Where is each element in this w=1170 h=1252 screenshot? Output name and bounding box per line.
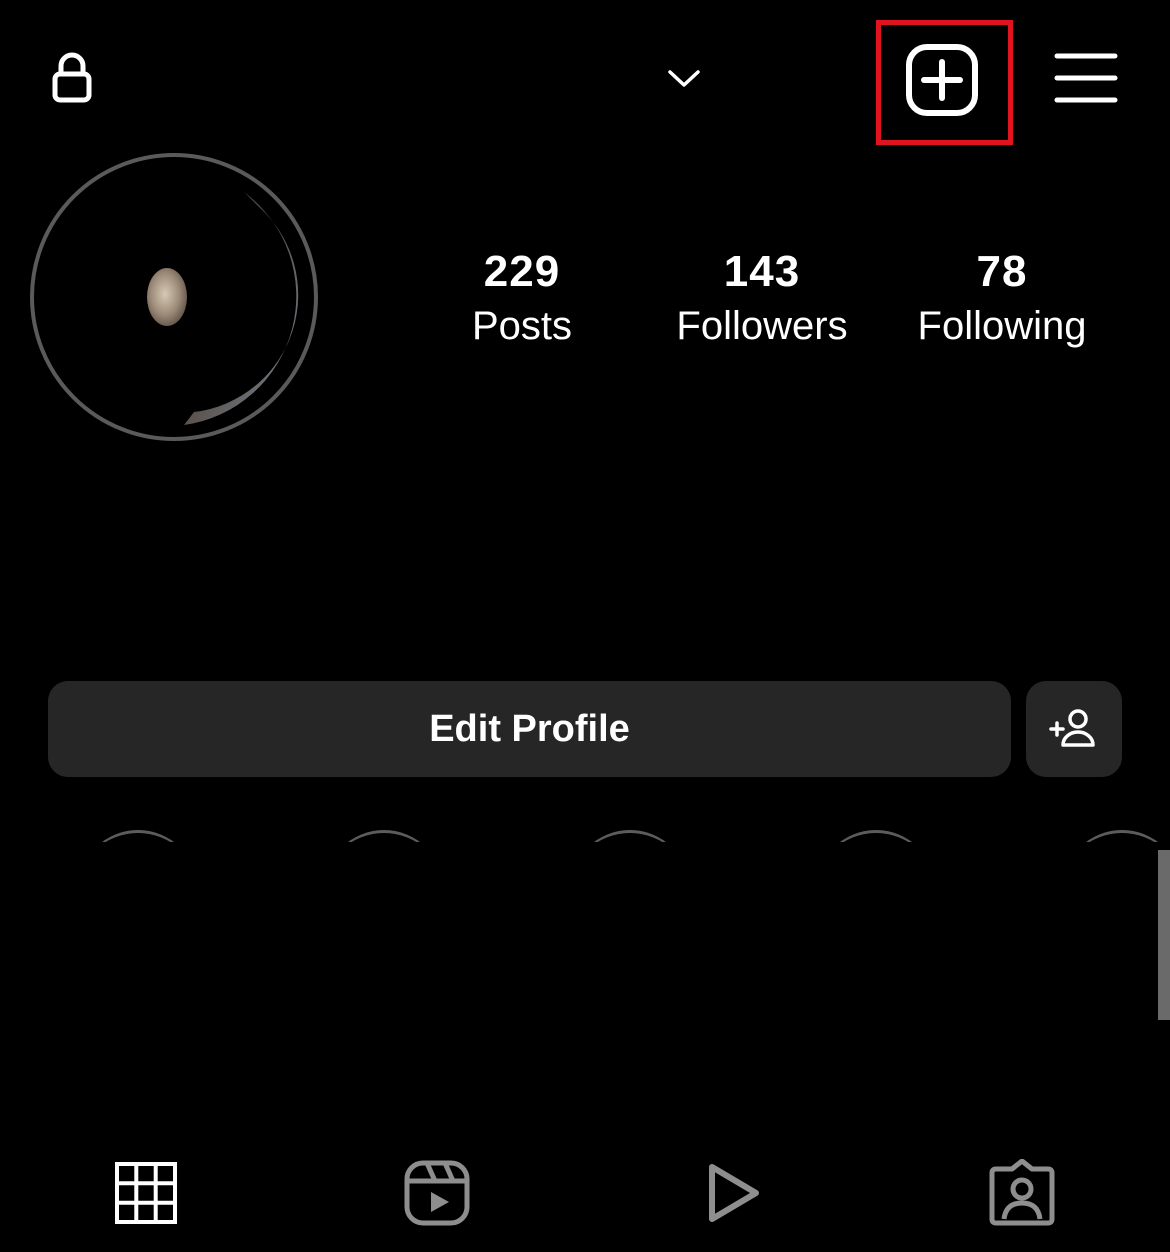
highlight-cover-edge <box>1158 850 1170 1020</box>
story-highlight[interactable] <box>284 830 484 1080</box>
reels-icon <box>404 1160 470 1226</box>
following-count: 78 <box>976 247 1028 296</box>
hamburger-menu-icon[interactable] <box>1054 50 1118 106</box>
stat-followers[interactable]: 143 Followers <box>652 245 872 353</box>
story-highlight[interactable] <box>776 830 976 1080</box>
highlight-label <box>38 1062 238 1082</box>
following-label: Following <box>917 304 1087 348</box>
stat-following[interactable]: 78 Following <box>892 245 1112 353</box>
add-person-icon <box>1049 709 1095 747</box>
highlight-label <box>776 1062 976 1082</box>
lock-icon <box>50 52 94 104</box>
followers-label: Followers <box>676 304 848 348</box>
grid-icon <box>115 1162 177 1224</box>
tagged-icon <box>989 1159 1055 1226</box>
posts-label: Posts <box>471 304 573 348</box>
tab-tagged[interactable] <box>982 1158 1062 1228</box>
discover-people-button[interactable] <box>1026 681 1122 777</box>
avatar[interactable] <box>44 167 304 427</box>
tab-reels[interactable] <box>397 1158 477 1228</box>
story-highlight[interactable] <box>970 830 1170 1080</box>
story-highlight[interactable] <box>530 830 730 1080</box>
posts-count: 229 <box>483 247 561 296</box>
stat-posts[interactable]: 229 Posts <box>412 245 632 353</box>
followers-count: 143 <box>723 247 801 296</box>
username[interactable] <box>110 56 650 116</box>
edit-profile-button[interactable]: Edit Profile <box>48 681 1011 777</box>
highlight-label <box>970 1062 1170 1082</box>
tab-videos[interactable] <box>690 1158 770 1228</box>
plus-square-icon[interactable] <box>902 40 982 120</box>
highlight-label <box>284 1062 484 1082</box>
story-highlight[interactable] <box>38 830 238 1080</box>
chevron-down-icon[interactable] <box>664 62 704 94</box>
highlight-label <box>530 1062 730 1082</box>
play-icon <box>709 1164 759 1222</box>
tab-grid[interactable] <box>106 1158 186 1228</box>
